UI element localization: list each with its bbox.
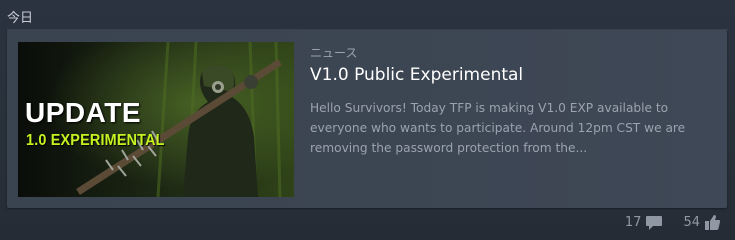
news-card[interactable]: UPDATE 1.0 EXPERIMENTAL ニュース V1.0 Public… — [7, 30, 727, 208]
like-count-stat[interactable]: 54 — [683, 214, 721, 231]
thumbnail-headline: UPDATE — [25, 97, 142, 128]
thumbnail-subline: 1.0 EXPERIMENTAL — [26, 132, 165, 149]
like-count: 54 — [683, 215, 700, 230]
news-description: Hello Survivors! Today TFP is making V1.… — [310, 101, 686, 155]
thumbs-up-icon — [705, 215, 721, 230]
comment-count-stat[interactable]: 17 — [625, 215, 664, 231]
news-stats: 17 54 — [605, 214, 721, 231]
section-heading-today: 今日 — [7, 11, 34, 26]
comment-count: 17 — [624, 215, 642, 230]
news-type-label: ニュース — [310, 46, 358, 60]
comment-bubble-icon — [646, 215, 663, 230]
news-thumbnail[interactable]: UPDATE 1.0 EXPERIMENTAL — [18, 42, 294, 197]
news-title[interactable]: V1.0 Public Experimental — [310, 65, 523, 85]
